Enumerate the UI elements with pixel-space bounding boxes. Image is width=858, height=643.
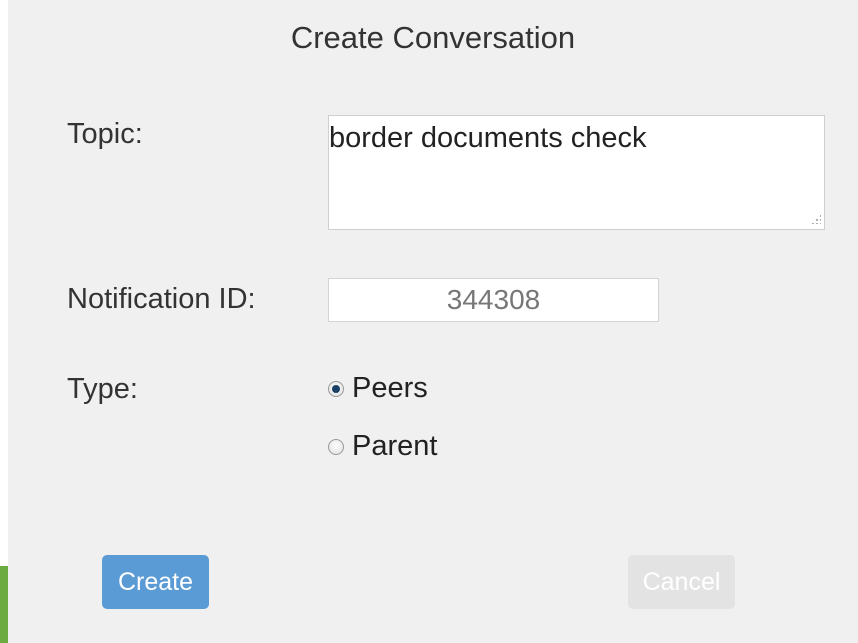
notification-id-label: Notification ID: (67, 283, 256, 315)
radio-label-parent: Parent (352, 430, 438, 462)
notification-id-input[interactable] (328, 278, 659, 322)
radio-option-peers[interactable]: Peers (328, 372, 428, 405)
radio-checked-icon[interactable] (328, 380, 344, 397)
cancel-button[interactable]: Cancel (628, 555, 735, 609)
type-label: Type: (67, 373, 138, 405)
dialog-title: Create Conversation (290, 20, 576, 55)
radio-unchecked-icon[interactable] (328, 438, 344, 455)
accent-strip (0, 566, 8, 643)
radio-option-parent[interactable]: Parent (328, 430, 437, 463)
create-conversation-dialog: Create Conversation Topic: Notification … (8, 0, 858, 643)
create-button[interactable]: Create (102, 555, 209, 609)
topic-label: Topic: (67, 118, 143, 150)
radio-label-peers: Peers (352, 372, 428, 404)
topic-textarea[interactable] (328, 115, 825, 230)
